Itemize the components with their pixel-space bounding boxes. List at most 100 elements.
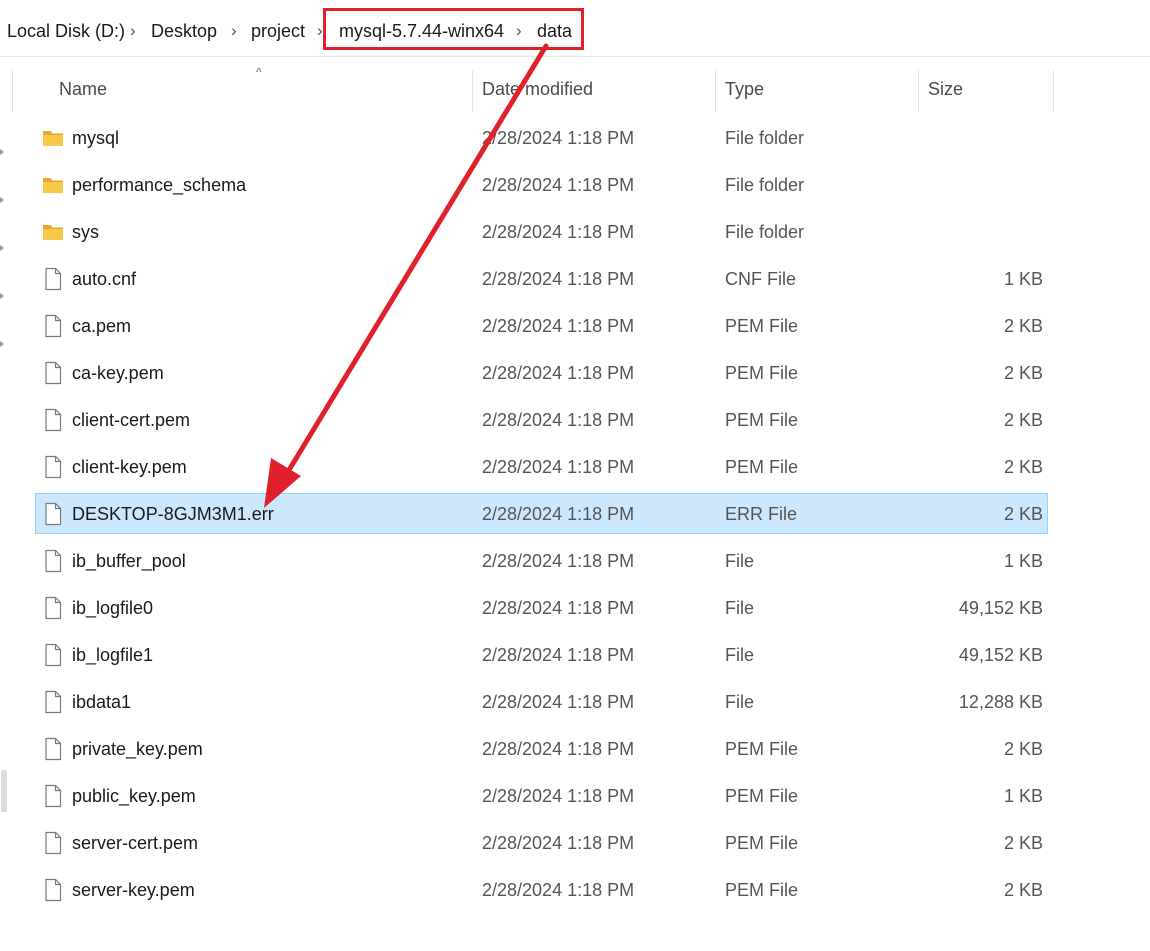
expand-chevron-icon[interactable] [0,197,4,203]
file-row[interactable]: sys 2/28/2024 1:18 PM File folder [35,211,1048,252]
file-size: 2 KB [1003,880,1043,900]
file-date-modified: 2/28/2024 1:18 PM [482,410,635,430]
file-date-modified: 2/28/2024 1:18 PM [482,833,635,853]
column-header-date-modified[interactable]: Date modified [482,66,593,112]
file-size [856,212,1043,253]
file-type: File folder [725,175,805,195]
file-date-modified: 2/28/2024 1:18 PM [482,880,635,900]
breadcrumb-separator-icon: › [231,21,237,40]
file-icon [45,831,62,855]
nav-scrollbar-thumb[interactable] [1,770,7,812]
file-size: 1 KB [1003,269,1043,289]
file-icon [45,549,62,573]
file-type: PEM File [725,363,799,383]
file-name: public_key.pem [72,786,196,806]
file-icon [45,878,62,902]
breadcrumb-item-project[interactable]: project [251,19,305,43]
column-header-name[interactable]: Name [59,66,107,112]
expand-chevron-icon[interactable] [0,245,4,251]
folder-icon [43,225,63,240]
expand-chevron-icon[interactable] [0,341,4,347]
file-name: server-cert.pem [72,833,199,853]
file-row[interactable]: ca-key.pem 2/28/2024 1:18 PM PEM File 2 KB [35,352,1048,393]
file-row[interactable]: ibdata1 2/28/2024 1:18 PM File 12,288 KB [35,681,1048,722]
column-header-type[interactable]: Type [725,66,764,112]
breadcrumb-item-desktop[interactable]: Desktop [151,19,217,43]
breadcrumb-separator-icon: › [317,21,323,40]
breadcrumb-item-data[interactable]: data [537,19,572,43]
expand-chevron-icon[interactable] [0,293,4,299]
file-row[interactable]: ib_buffer_pool 2/28/2024 1:18 PM File 1 KB [35,540,1048,581]
file-name: performance_schema [72,175,247,195]
file-icon [45,596,62,620]
file-row[interactable]: client-key.pem 2/28/2024 1:18 PM PEM File 2… [35,446,1048,487]
column-divider [12,70,13,112]
file-row[interactable]: ca.pem 2/28/2024 1:18 PM PEM File 2 KB [35,305,1048,346]
file-name: server-key.pem [72,880,195,900]
breadcrumb-separator-icon: › [516,21,522,40]
file-size: 49,152 KB [958,598,1043,618]
file-name: client-cert.pem [72,410,191,430]
file-size: 2 KB [1003,363,1043,383]
file-date-modified: 2/28/2024 1:18 PM [482,786,635,806]
file-row[interactable]: private_key.pem 2/28/2024 1:18 PM PEM File… [35,728,1048,769]
file-size: 2 KB [1003,504,1043,524]
file-size [856,165,1043,206]
file-icon [45,361,62,385]
folder-icon [43,131,63,146]
file-icon [45,690,62,714]
file-size: 2 KB [1003,739,1043,759]
file-row[interactable]: server-key.pem 2/28/2024 1:18 PM PEM File 2… [35,869,1048,910]
file-date-modified: 2/28/2024 1:18 PM [482,692,635,712]
file-row[interactable]: public_key.pem 2/28/2024 1:18 PM PEM File 1… [35,775,1048,816]
file-name: ca-key.pem [72,363,164,383]
file-date-modified: 2/28/2024 1:18 PM [482,175,635,195]
breadcrumb-item-mysql-folder[interactable]: mysql-5.7.44-winx64 [339,19,504,43]
file-name: ib_logfile1 [72,645,154,665]
file-type: ERR File [725,504,798,524]
file-type: PEM File [725,457,799,477]
file-row[interactable]: ib_logfile1 2/28/2024 1:18 PM File 49,152 K… [35,634,1048,675]
file-type: PEM File [725,739,799,759]
breadcrumb-separator-icon: › [130,21,136,40]
file-type: File folder [725,222,805,242]
file-row[interactable]: auto.cnf 2/28/2024 1:18 PM CNF File 1 KB [35,258,1048,299]
column-divider[interactable] [918,70,919,112]
file-date-modified: 2/28/2024 1:18 PM [482,128,635,148]
file-row[interactable]: ib_logfile0 2/28/2024 1:18 PM File 49,152 K… [35,587,1048,628]
file-row[interactable]: mysql 2/28/2024 1:18 PM File folder [35,117,1048,158]
file-type: PEM File [725,410,799,430]
file-size: 2 KB [1003,457,1043,477]
expand-chevron-icon[interactable] [0,149,4,155]
file-size [856,118,1043,159]
file-row[interactable]: DESKTOP-8GJM3M1.err 2/28/2024 1:18 PM ERR … [35,493,1048,534]
breadcrumb: Local Disk (D:) › Desktop › project › my… [0,0,1150,57]
file-type: CNF File [725,269,796,289]
column-divider[interactable] [472,70,473,112]
file-size: 1 KB [1003,551,1043,571]
column-divider[interactable] [715,70,716,112]
file-row[interactable]: performance_schema 2/28/2024 1:18 PM File … [35,164,1048,205]
file-date-modified: 2/28/2024 1:18 PM [482,598,635,618]
file-date-modified: 2/28/2024 1:18 PM [482,504,635,524]
file-name: DESKTOP-8GJM3M1.err [72,504,274,524]
file-icon [45,643,62,667]
file-name: ib_logfile0 [72,598,154,618]
file-row[interactable]: server-cert.pem 2/28/2024 1:18 PM PEM File… [35,822,1048,863]
file-date-modified: 2/28/2024 1:18 PM [482,316,635,336]
file-size: 2 KB [1003,316,1043,336]
file-type: File [725,598,755,618]
file-icon [45,408,62,432]
file-icon [45,784,62,808]
file-type: PEM File [725,833,799,853]
column-divider[interactable] [1053,70,1054,112]
column-header-size[interactable]: Size [928,66,963,112]
file-name: ibdata1 [72,692,132,712]
file-date-modified: 2/28/2024 1:18 PM [482,363,635,383]
file-type: PEM File [725,786,799,806]
breadcrumb-item-local-disk[interactable]: Local Disk (D:) [7,19,125,43]
file-row[interactable]: client-cert.pem 2/28/2024 1:18 PM PEM File… [35,399,1048,440]
file-name: ca.pem [72,316,132,336]
file-type: File [725,551,755,571]
file-date-modified: 2/28/2024 1:18 PM [482,222,635,242]
